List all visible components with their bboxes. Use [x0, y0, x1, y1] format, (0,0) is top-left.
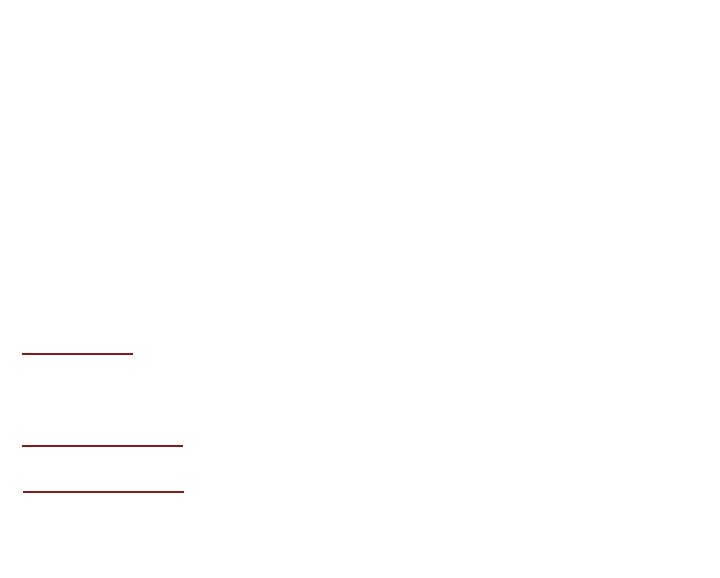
horizontal-rule-3 [23, 491, 184, 493]
horizontal-rule-1 [22, 353, 133, 355]
horizontal-rule-2 [22, 445, 183, 447]
blank-page [0, 0, 720, 578]
